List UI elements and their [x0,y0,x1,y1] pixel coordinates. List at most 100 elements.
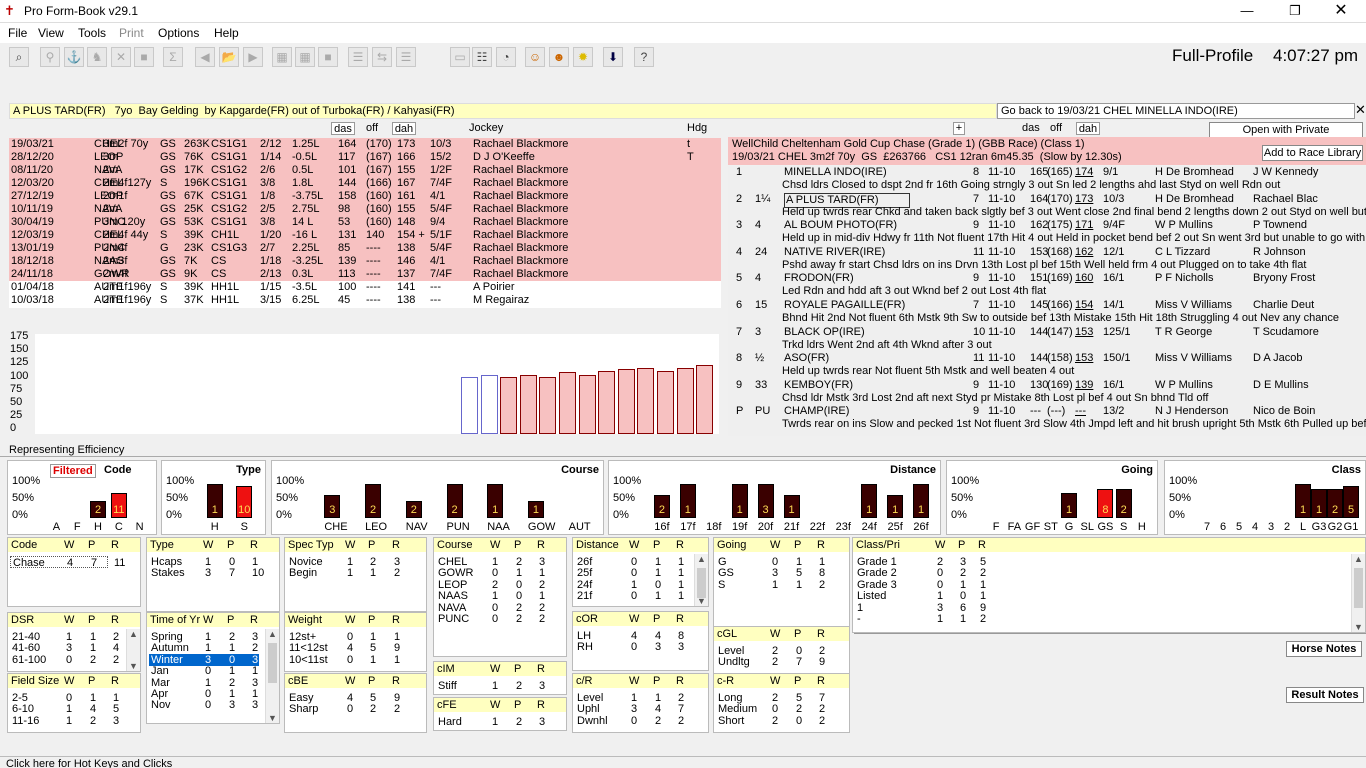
form-row[interactable]: 12/03/19 CHEL 2m4f 44y S 39K CH1L 1/20 -16 L 131… [9,229,721,242]
form-row[interactable]: 01/04/18 AUTE 2m1f196y S 39K HH1L 1/15 -3.5L 100… [9,281,721,294]
stat-row[interactable]: CHEL 1 2 3 [436,556,550,568]
rating-bar[interactable] [676,367,694,434]
runner-name[interactable]: FRODON(FR) [784,272,854,285]
horse-notes-button[interactable]: Horse Notes [1286,641,1362,657]
runner-name[interactable]: MINELLA INDO(IRE) [784,166,887,179]
runner-row[interactable]: 9 33 KEMBOY(FR) 9 11-10 130 (169) 139 16/1 W P Mu… [728,379,1366,406]
form-row[interactable]: 30/04/19 PUNC 3m 120y GS 53K CS1G1 3/8 14 L 53 (1… [9,216,721,229]
eff-bar[interactable]: 1 [887,495,904,518]
stat-row[interactable]: - 1 1 2 [855,613,1349,625]
rating-bar[interactable] [637,367,655,434]
close-button[interactable]: ✕ [1326,2,1356,20]
stat-row[interactable]: Novice 1 2 3 [287,556,410,568]
runner-name[interactable]: BLACK OP(IRE) [784,326,865,339]
eff-bar[interactable]: 2 [1115,489,1132,518]
stat-row[interactable]: Stakes 3 7 10 [149,567,264,579]
eff-bar[interactable]: 2 [405,501,422,518]
runner-row[interactable]: 1 MINELLA INDO(IRE) 8 11-10 165 (165) 174 9/1 H … [728,166,1366,193]
rating-bar[interactable] [598,371,616,434]
stat-row[interactable]: LH 4 4 8 [575,630,692,642]
eff-bar[interactable]: 10 [236,485,253,518]
stat-row[interactable]: Level 1 1 2 [575,692,692,704]
menu-tools[interactable]: Tools [78,26,106,40]
menu-help[interactable]: Help [214,26,239,40]
horse-icon[interactable]: ♞ [87,47,107,67]
scroll-down-icon[interactable]: ▼ [268,713,277,723]
goback-button[interactable]: Go back to 19/03/21 CHEL MINELLA INDO(IR… [997,103,1355,119]
rating-bar[interactable] [500,376,518,434]
runner-name[interactable]: AL BOUM PHOTO(FR) [784,219,897,232]
sort-das[interactable]: das [331,122,355,135]
menu-file[interactable]: File [8,26,27,40]
stat-row[interactable]: Easy 4 5 9 [287,692,410,704]
stat-row[interactable]: Uphl 3 4 7 [575,703,692,715]
cross-icon[interactable]: ✕ [111,47,131,67]
scroll-up-icon[interactable]: ▲ [1354,554,1363,564]
form-row[interactable]: 12/03/20 CHEL 2m4f127y S 196K CS1G1 3/8 1.8L 144… [9,177,721,190]
stat-row[interactable]: GOWR 0 1 1 [436,567,550,579]
help-icon[interactable]: ? [634,47,654,67]
scroll-thumb[interactable] [268,643,277,683]
stat-row[interactable]: Long 2 5 7 [716,692,833,704]
eff-bar[interactable]: 2 [446,484,463,518]
eff-bar[interactable]: 5 [1343,485,1359,518]
stat-row[interactable]: Dwnhl 0 2 2 [575,715,692,727]
rating-bar[interactable] [559,372,576,434]
stat-row[interactable]: 12st+ 0 1 1 [287,631,410,643]
runner-row[interactable]: 7 3 BLACK OP(IRE) 10 11-10 144 (147) 153 125/1 T … [728,326,1366,353]
stat-row[interactable]: Listed 1 0 1 [855,590,1349,602]
minimize-button[interactable]: — [1232,2,1262,20]
binoculars-icon[interactable]: ⌕ [9,47,29,67]
stop-icon[interactable]: ■ [134,47,154,67]
stat-row[interactable]: 1 3 69 [855,602,1349,614]
list3-icon[interactable]: ☷ [472,47,492,67]
stat-row[interactable]: NAVA 0 2 2 [436,602,550,614]
rating-bar[interactable] [480,375,498,434]
eff-bar[interactable]: 1 [861,484,878,518]
grid2-icon[interactable]: ▦ [295,47,315,67]
sort-dah[interactable]: dah [392,122,416,135]
stat-row[interactable]: Hard 1 2 3 [436,716,550,728]
stat-row[interactable]: Sharp 0 2 2 [287,703,410,715]
stat-row[interactable]: Mar 1 2 3 [149,677,263,689]
scroll-thumb[interactable] [697,568,706,598]
eff-bar[interactable]: 2 [90,501,106,518]
rating-bar[interactable] [519,375,537,434]
eff-bar[interactable]: 2 [1327,489,1343,518]
form-row[interactable]: 27/12/19 LEOP 2m1f GS 67K CS1G1 1/8 -3.75L 158 (1… [9,190,721,203]
rating-bar[interactable] [657,371,674,434]
add-race-library-button[interactable]: Add to Race Library [1262,145,1363,161]
runner-row[interactable]: 4 24 NATIVE RIVER(IRE) 11 11-10 153 (168) 162 12… [728,246,1366,273]
eff-bar[interactable]: 1 [1061,492,1077,518]
stat-row[interactable]: LEOP 2 0 2 [436,579,550,591]
runner-name[interactable]: NATIVE RIVER(IRE) [784,246,885,259]
eff-bar[interactable]: 8 [1097,489,1114,518]
scroll-thumb[interactable] [1354,568,1363,608]
eff-bar[interactable]: 1 [1311,489,1327,518]
rating-bar[interactable] [461,376,478,434]
stat-row[interactable]: Hcaps 1 0 1 [149,556,263,568]
stat-row[interactable]: Autumn 1 1 2 [149,642,263,654]
stat-row[interactable]: 61-100 0 2 2 [10,654,124,666]
form-row[interactable]: 13/01/19 PUNC 2m4f G 23K CS1G3 2/7 2.25L 85 ---- 1… [9,242,721,255]
hook-icon[interactable]: ⚓ [64,47,84,67]
eff-bar[interactable]: 11 [110,492,127,518]
scroll-up-icon[interactable]: ▲ [268,629,277,639]
grid3-icon[interactable]: ■ [318,47,338,67]
eff-bar[interactable]: 2 [653,495,670,518]
scroll-down-icon[interactable]: ▼ [1354,622,1363,632]
runner-row[interactable]: 6 15 ROYALE PAGAILLE(FR) 7 11-10 145 (166) 154 1… [728,299,1366,326]
stat-row[interactable]: Winter 3 0 3 [149,653,259,666]
stat-row[interactable]: 25f 0 1 1 [575,567,692,579]
stat-row[interactable]: S 1 1 2 [716,579,833,591]
scroll-up-icon[interactable]: ▲ [697,554,706,564]
stat-row[interactable]: Undltg 2 7 9 [716,656,833,668]
scrollbar[interactable]: ▲ ▼ [265,629,279,723]
eff-bar[interactable]: 1 [206,484,223,518]
grid1-icon[interactable]: ▦ [272,47,292,67]
stat-row[interactable]: 24f 1 0 1 [575,579,692,591]
form-row[interactable]: 10/03/18 AUTE 2m1f196y S 37K HH1L 3/15 6.25L 45-… [9,294,721,307]
prev-icon[interactable]: ◀ [195,47,215,67]
runner-name[interactable]: KEMBOY(FR) [784,379,853,392]
folder-icon[interactable]: ▭ [450,47,470,67]
